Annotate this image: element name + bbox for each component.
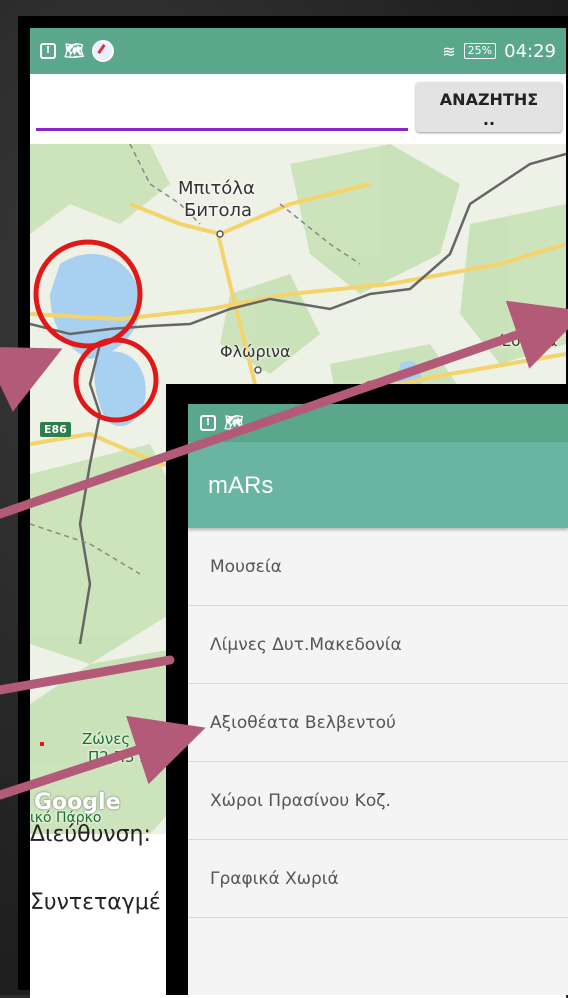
menu-phone-frame: ! 🗺 mARs Μουσεία Λίμνες Δυτ.Μακεδονία Αξ…	[166, 384, 568, 995]
map-icon: 🗺	[224, 413, 245, 432]
map-label-zones-1: Ζώνες Π1	[82, 730, 156, 748]
compass-icon	[92, 40, 114, 62]
menu-item-lakes[interactable]: Λίμνες Δυτ.Μακεδονία	[188, 606, 568, 684]
road-badge-e86: E86	[40, 422, 71, 437]
search-row: ΑΝΑΖΗΤΗΣ ..	[30, 74, 566, 144]
map-label-bitola-greek: Μπιτόλα	[178, 178, 255, 199]
battery-indicator: 25%	[463, 43, 497, 59]
search-button[interactable]: ΑΝΑΖΗΤΗΣ ..	[416, 82, 562, 132]
search-input[interactable]	[36, 94, 408, 131]
menu-item-velventos-sights[interactable]: Αξιοθέατα Βελβεντού	[188, 684, 568, 762]
menu-screen: ! 🗺 mARs Μουσεία Λίμνες Δυτ.Μακεδονία Αξ…	[188, 404, 568, 995]
app-title: mARs	[208, 472, 274, 499]
map-icon: 🗺	[64, 41, 85, 60]
menu-item-villages[interactable]: Γραφικά Χωριά	[188, 840, 568, 918]
category-menu: Μουσεία Λίμνες Δυτ.Μακεδονία Αξιοθέατα Β…	[188, 528, 568, 918]
map-label-edessa: Έδεσσα	[500, 332, 558, 350]
coordinates-label: Συντεταγμέ	[30, 890, 161, 915]
menu-item-green-spaces[interactable]: Χώροι Πρασίνου Κοζ.	[188, 762, 568, 840]
app-bar: mARs	[188, 442, 568, 528]
menu-status-bar: ! 🗺	[188, 404, 568, 442]
status-bar: ! 🗺 ≋ 25% 04:29	[30, 28, 566, 74]
map-label-bitola-cyrillic: Битола	[184, 200, 253, 221]
clock: 04:29	[504, 40, 556, 62]
map-label-florina: Φλώρινα	[220, 342, 291, 361]
menu-item-museums[interactable]: Μουσεία	[188, 528, 568, 606]
alert-icon: !	[200, 415, 216, 431]
address-label: Διεύθυνση:	[30, 822, 151, 847]
map-label-zones-2: Π2,Π3 Π	[88, 748, 151, 766]
wifi-icon: ≋	[442, 41, 456, 61]
alert-icon: !	[40, 43, 56, 59]
